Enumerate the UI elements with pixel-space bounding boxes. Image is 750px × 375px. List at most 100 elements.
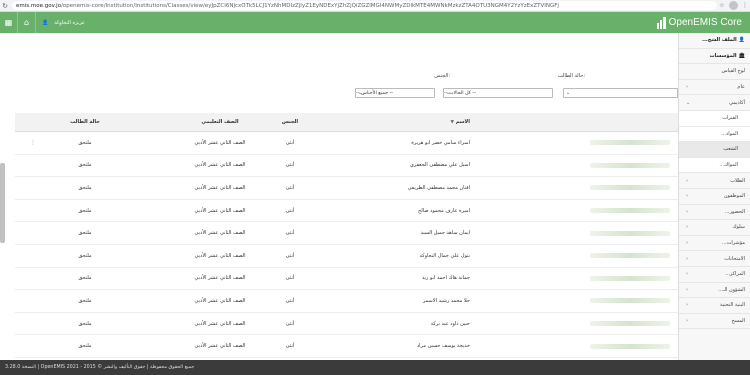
sidebar-item[interactable]: البنية التحتية ‹ xyxy=(679,298,750,314)
students-table: حالة الطالب الصف التعليمي الجنس ▼ الاسم … xyxy=(15,113,678,360)
filters-bar: حالة الطالب: ⌄ -- كل الحالات -- الجنس: ⌄… xyxy=(350,73,678,103)
sidebar-item[interactable]: المراكز... ‹ xyxy=(679,267,750,283)
sidebar-item[interactable]: الشؤون الـ... ‹ xyxy=(679,283,750,299)
cell-redacted-id xyxy=(590,321,670,327)
cell-grade: الصف الثاني عشر الأدبي xyxy=(194,297,246,304)
star-icon[interactable]: ☆ xyxy=(717,2,727,9)
sidebar-item[interactable]: الشعب xyxy=(679,142,750,158)
table-row[interactable]: ملتحق الصف الثاني عشر الأدبي أنثى خديجة يوس… xyxy=(15,335,678,358)
sidebar-item-label: الحضور... xyxy=(724,208,745,215)
chevron-icon: ‹ xyxy=(686,317,688,324)
sidebar-item-label: الشعب xyxy=(723,146,738,153)
sidebar-item[interactable]: المواك... xyxy=(679,157,750,174)
cell-status: ملتحق xyxy=(78,343,92,350)
sidebar-item[interactable]: سلوك ‹ xyxy=(679,220,750,236)
table-header-row: حالة الطالب الصف التعليمي الجنس ▼ الاسم xyxy=(15,113,678,132)
row-actions-icon[interactable]: ⋮ xyxy=(30,139,36,146)
cell-gender: أنثى xyxy=(285,320,295,327)
sidebar-item-label: المسح xyxy=(731,317,746,324)
sidebar-item[interactable]: الموظفون ‹ xyxy=(679,189,750,205)
sidebar-item-label: المؤسسات xyxy=(709,52,737,59)
sidebar-item-label: الطلاب xyxy=(730,177,745,184)
menu-icon[interactable]: ⋮ xyxy=(740,2,750,9)
col-header-status[interactable]: حالة الطالب xyxy=(60,119,110,125)
chevron-icon: ⌄ xyxy=(686,99,691,106)
sidebar-item[interactable]: الحضور... ‹ xyxy=(679,205,750,221)
table-row[interactable]: ملتحق الصف الثاني عشر الأدبي أنثى حلا محمد … xyxy=(15,290,678,313)
col-header-name[interactable]: ▼ الاسم xyxy=(360,119,471,125)
col-header-grade[interactable]: الصف التعليمي xyxy=(165,119,275,125)
chevron-icon: ‹ xyxy=(686,193,688,200)
cell-name: جمانة هاك احمد ابو زيد xyxy=(421,275,470,282)
cell-redacted-id xyxy=(590,162,670,168)
chevron-icon: ‹ xyxy=(686,286,688,293)
table-row[interactable]: ملتحق الصف الثاني عشر الأدبي أنثى اسيل علي … xyxy=(15,155,678,178)
table-row[interactable]: ⋮ ملتحق الصف الثاني عشر الأدبي أنثى اسراء سا… xyxy=(15,132,678,155)
table-row[interactable]: ملتحق الصف الثاني عشر الأدبي أنثى ايمان ساه… xyxy=(15,222,678,245)
chevron-icon: ‹ xyxy=(686,302,688,309)
cell-redacted-id xyxy=(590,275,670,281)
sidebar-item[interactable]: الفترات xyxy=(679,110,750,127)
table-body: ⋮ ملتحق الصف الثاني عشر الأدبي أنثى اسراء سا… xyxy=(15,132,678,360)
gender-filter-select[interactable]: ⌄ -- جميع الأجناس -- xyxy=(355,88,435,98)
cell-name: افنان محمد مصطفى الطريفي xyxy=(407,184,470,191)
sidebar-item-label: عام xyxy=(737,84,745,91)
sidebar-item[interactable]: الطلاب ‹ xyxy=(679,173,750,189)
sidebar-item[interactable]: 🏛 المؤسسات xyxy=(679,49,750,65)
gender-filter-label: الجنس: xyxy=(434,73,450,79)
sidebar-item-label: المواد... xyxy=(721,130,738,137)
table-row[interactable]: ملتحق الصف الثاني عشر الأدبي أنثى افنان محم… xyxy=(15,177,678,200)
home-icon[interactable]: ⌂ xyxy=(18,12,36,33)
col-header-gender[interactable]: الجنس xyxy=(270,119,310,125)
chevron-icon: ‹ xyxy=(686,240,688,247)
sidebar-item[interactable]: الامتحانات ‹ xyxy=(679,251,750,267)
sidebar-item[interactable]: أكاديمي ⌄ xyxy=(679,95,750,111)
user-name: عزيزه النجاوكة xyxy=(54,19,85,26)
app-header: ▦ ⌂ 👤 عزيزه النجاوكة OpenEMIS Core xyxy=(0,12,750,33)
reload-icon[interactable]: ↻ xyxy=(0,1,10,11)
chevron-icon: ‹ xyxy=(686,255,688,262)
left-scrollbar-thumb[interactable] xyxy=(0,163,5,243)
table-row[interactable]: ملتحق الصف الثاني عشر الأدبي أنثى اميرة عار… xyxy=(15,200,678,223)
cell-grade: الصف الثاني عشر الأدبي xyxy=(194,207,246,214)
openemis-logo[interactable]: OpenEMIS Core xyxy=(656,12,742,33)
cell-name: خديجة يوسف حسين مراد xyxy=(416,343,470,350)
table-row[interactable]: ملتحق الصف الثاني عشر الأدبي أنثى حنين داود… xyxy=(15,313,678,336)
sidebar-item[interactable]: المسح ‹ xyxy=(679,314,750,330)
cell-gender: أنثى xyxy=(285,343,295,350)
apps-grid-icon[interactable]: ▦ xyxy=(0,12,18,33)
address-bar[interactable]: emis.moe.gov.jo /openemis-core/Instituti… xyxy=(12,1,717,10)
user-menu[interactable]: 👤 عزيزه النجاوكة xyxy=(42,20,85,26)
sort-down-icon: ▼ xyxy=(450,120,454,125)
cell-status: ملتحق xyxy=(78,320,92,327)
user-icon: 👤 xyxy=(42,19,49,26)
cell-grade: الصف الثاني عشر الأدبي xyxy=(194,252,246,259)
sidebar-item[interactable]: مؤشرات... ‹ xyxy=(679,236,750,252)
right-sidebar: 👤 الملف الشخ... 🏛 المؤسسات لوح القياس عام ‹ أكا… xyxy=(678,33,750,360)
cell-gender: أنثى xyxy=(285,252,295,259)
cell-redacted-id xyxy=(590,253,670,259)
cell-grade: الصف الثاني عشر الأدبي xyxy=(194,343,246,350)
cell-gender: أنثى xyxy=(285,230,295,237)
cell-redacted-id xyxy=(590,230,670,236)
table-row[interactable]: ملتحق الصف الثاني عشر الأدبي أنثى بتول علي … xyxy=(15,245,678,268)
extra-filter-select[interactable]: ⌄ xyxy=(563,88,678,98)
status-filter-select[interactable]: ⌄ -- كل الحالات -- xyxy=(443,88,553,98)
chevron-down-icon: ⌄ xyxy=(566,90,571,96)
sidebar-item-label: المواك... xyxy=(719,162,738,169)
sidebar-item[interactable]: المواد... xyxy=(679,126,750,143)
cell-gender: أنثى xyxy=(285,275,295,282)
sidebar-item-label: أكاديمي xyxy=(729,99,745,106)
cell-redacted-id xyxy=(590,298,670,304)
sidebar-item[interactable]: عام ‹ xyxy=(679,80,750,96)
cell-status: ملتحق xyxy=(78,275,92,282)
cell-status: ملتحق xyxy=(78,207,92,214)
profile-avatar[interactable] xyxy=(729,1,738,10)
cell-status: ملتحق xyxy=(78,230,92,237)
sidebar-item[interactable]: 👤 الملف الشخ... xyxy=(679,33,750,49)
table-row[interactable]: ملتحق الصف الثاني عشر الأدبي أنثى جمانة هاك… xyxy=(15,268,678,291)
sidebar-item-label: مؤشرات... xyxy=(721,240,745,247)
cell-grade: الصف الثاني عشر الأدبي xyxy=(194,320,246,327)
sidebar-item[interactable]: لوح القياس xyxy=(679,64,750,80)
cell-name: حلا محمد رشيد الاسمر xyxy=(422,297,470,304)
